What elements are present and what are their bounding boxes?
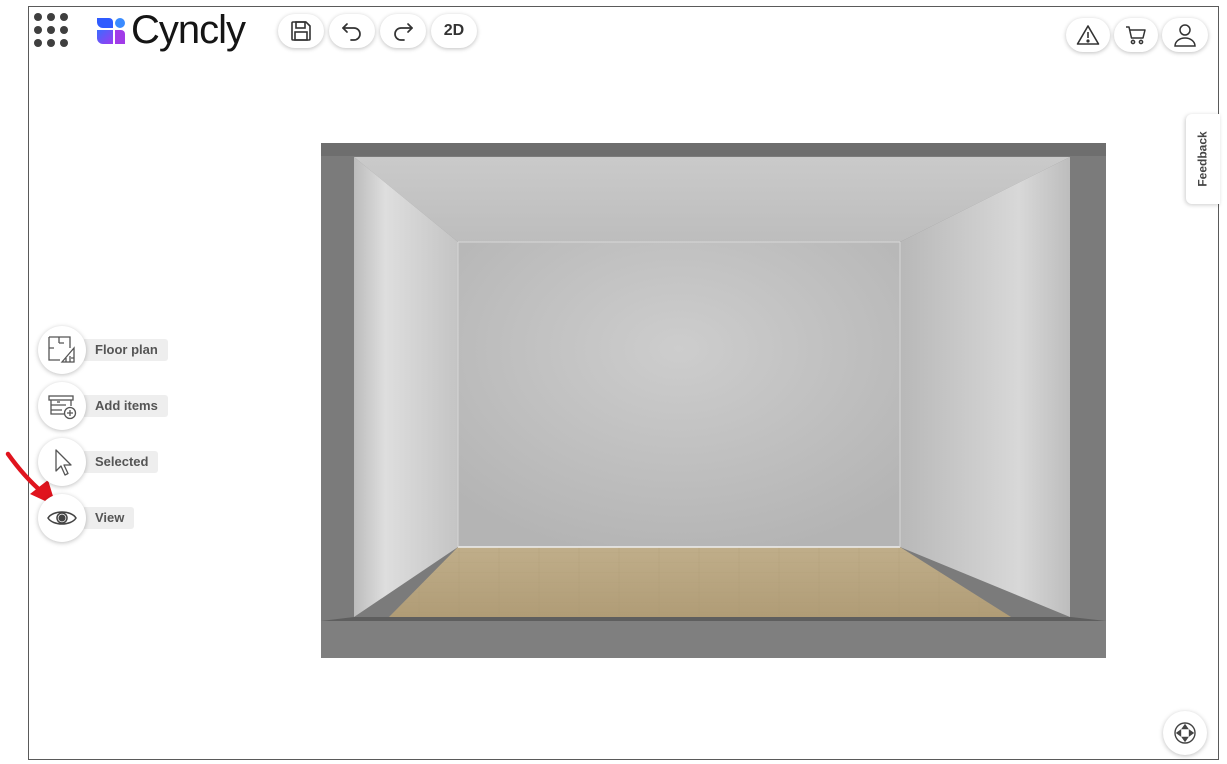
save-icon: [291, 21, 311, 41]
redo-button[interactable]: [380, 14, 426, 48]
cart-icon: [1126, 26, 1146, 45]
view-button[interactable]: [38, 494, 86, 542]
user-button[interactable]: [1162, 18, 1208, 52]
selected-button[interactable]: [38, 438, 86, 486]
eye-icon: [47, 511, 77, 525]
tool-label-floor-plan: Floor plan: [84, 339, 168, 361]
user-icon: [1174, 24, 1196, 47]
navigation-move-icon: [1174, 722, 1196, 744]
cart-button[interactable]: [1114, 18, 1158, 52]
add-items-icon: [48, 395, 77, 420]
feedback-tab[interactable]: Feedback: [1186, 114, 1220, 204]
logo-text: Cyncly: [131, 8, 246, 52]
undo-icon: [342, 23, 361, 41]
redo-icon: [394, 23, 413, 41]
logo: Cyncly: [95, 8, 246, 52]
view-mode-label: 2D: [443, 22, 465, 39]
tool-label-view: View: [84, 507, 135, 529]
warning-icon: [1076, 25, 1100, 45]
navigation-button[interactable]: [1163, 711, 1207, 755]
apps-menu-icon[interactable]: [34, 13, 74, 53]
floor-plan-icon: [48, 336, 75, 363]
undo-button[interactable]: [329, 14, 375, 48]
add-items-button[interactable]: [38, 382, 86, 430]
cursor-icon: [55, 449, 72, 476]
3d-room-viewport[interactable]: [321, 143, 1106, 658]
warnings-button[interactable]: [1066, 18, 1110, 52]
floor-plan-button[interactable]: [38, 326, 86, 374]
save-button[interactable]: [278, 14, 324, 48]
tool-label-add-items: Add items: [84, 395, 168, 417]
feedback-label: Feedback: [1196, 131, 1211, 187]
cyncly-logo-icon: [97, 18, 125, 44]
tool-label-selected: Selected: [84, 451, 159, 473]
view-mode-2d-button[interactable]: 2D: [431, 14, 477, 48]
